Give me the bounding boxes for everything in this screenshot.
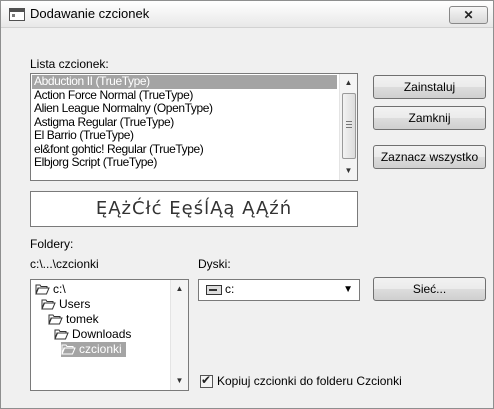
open-folder-icon	[35, 284, 50, 295]
chevron-down-icon[interactable]: ▼	[343, 280, 353, 300]
font-list-item[interactable]: Alien League Normalny (OpenType)	[32, 102, 337, 116]
font-list-scrollbar[interactable]: ▲ ▼	[339, 74, 357, 180]
select-all-button[interactable]: Zaznacz wszystko	[373, 145, 486, 169]
add-fonts-dialog: Dodawanie czcionek ✕ Lista czcionek: Abd…	[0, 0, 494, 409]
current-folder-path: c:\...\czcionki	[30, 257, 99, 271]
window-icon-bar	[10, 9, 24, 12]
font-list-item[interactable]: El Barrio (TrueType)	[32, 129, 337, 143]
font-list-item[interactable]: el&font gohtic! Regular (TrueType)	[32, 143, 337, 157]
title-bar: Dodawanie czcionek ✕	[1, 1, 493, 28]
scroll-down-icon[interactable]: ▼	[340, 164, 357, 178]
thumb-grip	[346, 124, 352, 125]
folder-item[interactable]: tomek	[48, 312, 99, 327]
install-button[interactable]: Zainstaluj	[373, 75, 486, 99]
font-list-item[interactable]: Action Force Normal (TrueType)	[32, 89, 337, 103]
close-icon[interactable]: ✕	[449, 6, 488, 24]
drive-icon	[206, 285, 222, 295]
folder-tree[interactable]: c:\ Users tomek Downloads czcionki ▲ ▼	[30, 279, 189, 391]
font-list-item-selected[interactable]: Abduction II (TrueType)	[32, 75, 337, 89]
folder-item[interactable]: Downloads	[54, 327, 131, 342]
open-folder-icon	[41, 299, 56, 310]
close-button[interactable]: Zamknij	[373, 106, 486, 130]
copy-fonts-checkbox[interactable]: ✔	[200, 373, 213, 388]
window-icon	[9, 8, 25, 21]
checkmark-icon: ✔	[201, 373, 212, 387]
drive-select-value: c:	[225, 282, 235, 296]
font-list-label: Lista czcionek:	[30, 57, 109, 71]
font-list[interactable]: Abduction II (TrueType) Action Force Nor…	[30, 73, 358, 181]
scroll-down-icon[interactable]: ▼	[171, 374, 188, 388]
scroll-up-icon[interactable]: ▲	[171, 282, 188, 296]
open-folder-icon	[54, 329, 69, 340]
drive-select[interactable]: c: ▼	[198, 279, 360, 301]
folder-tree-scrollbar[interactable]: ▲ ▼	[170, 280, 188, 390]
scroll-up-icon[interactable]: ▲	[340, 76, 357, 90]
folder-name: tomek	[66, 312, 99, 326]
copy-fonts-label[interactable]: Kopiuj czcionki do folderu Czcionki	[217, 374, 402, 388]
network-button[interactable]: Sieć...	[373, 277, 486, 301]
font-preview: ĘĄżĆłć ĘęśĺĄą ĄĄźń	[30, 191, 358, 227]
open-folder-icon	[48, 314, 63, 325]
window-icon-dot	[12, 14, 15, 17]
folder-item[interactable]: Users	[41, 297, 90, 312]
open-folder-icon	[61, 344, 76, 355]
scrollbar-thumb[interactable]	[342, 93, 356, 159]
folders-label: Foldery:	[30, 237, 74, 251]
folder-item-selected[interactable]: czcionki	[61, 342, 126, 357]
thumb-grip	[346, 121, 352, 122]
thumb-grip	[346, 127, 352, 128]
font-list-item[interactable]: Elbjorg Script (TrueType)	[32, 156, 337, 170]
folder-name: Downloads	[72, 327, 132, 341]
folder-name: czcionki	[79, 342, 122, 356]
folder-item[interactable]: c:\	[35, 282, 66, 297]
font-list-item[interactable]: Astigma Regular (TrueType)	[32, 116, 337, 130]
font-list-items: Abduction II (TrueType) Action Force Nor…	[32, 75, 337, 170]
drives-label: Dyski:	[198, 257, 231, 271]
dialog-title: Dodawanie czcionek	[30, 6, 150, 21]
folder-name: Users	[59, 297, 91, 311]
folder-name: c:\	[53, 282, 66, 296]
